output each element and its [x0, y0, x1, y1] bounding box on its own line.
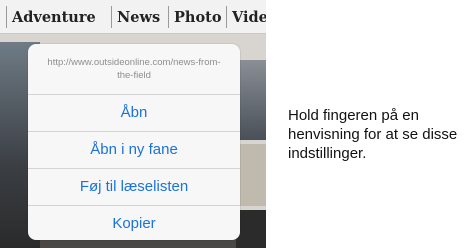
open-in-new-tab-button[interactable]: Åbn i ny fane — [28, 131, 240, 168]
photo-thumbnail-right-3 — [236, 210, 266, 248]
link-url: http://www.outsideonline.com/news-from-t… — [47, 57, 221, 81]
open-button[interactable]: Åbn — [28, 94, 240, 131]
link-action-sheet: http://www.outsideonline.com/news-from-t… — [28, 44, 240, 240]
tab-separator — [168, 6, 169, 28]
tab-separator — [111, 6, 112, 28]
instruction-caption: Hold fingeren på en henvisning for at se… — [288, 107, 458, 162]
add-to-reading-list-button[interactable]: Føj til læselisten — [28, 168, 240, 205]
phone-screenshot: Adventure News Photo Vide http://www.out… — [0, 0, 266, 248]
tab-adventure[interactable]: Adventure — [12, 9, 96, 26]
tab-video[interactable]: Vide — [232, 9, 266, 26]
tab-separator — [6, 6, 7, 28]
photo-thumbnail-right — [236, 60, 266, 140]
tab-photo[interactable]: Photo — [174, 9, 222, 26]
tab-separator — [226, 6, 227, 28]
copy-button[interactable]: Kopier — [28, 205, 240, 240]
tab-news[interactable]: News — [117, 9, 160, 26]
site-nav-tabs: Adventure News Photo Vide — [0, 0, 266, 34]
photo-thumbnail-right-2 — [236, 144, 266, 206]
